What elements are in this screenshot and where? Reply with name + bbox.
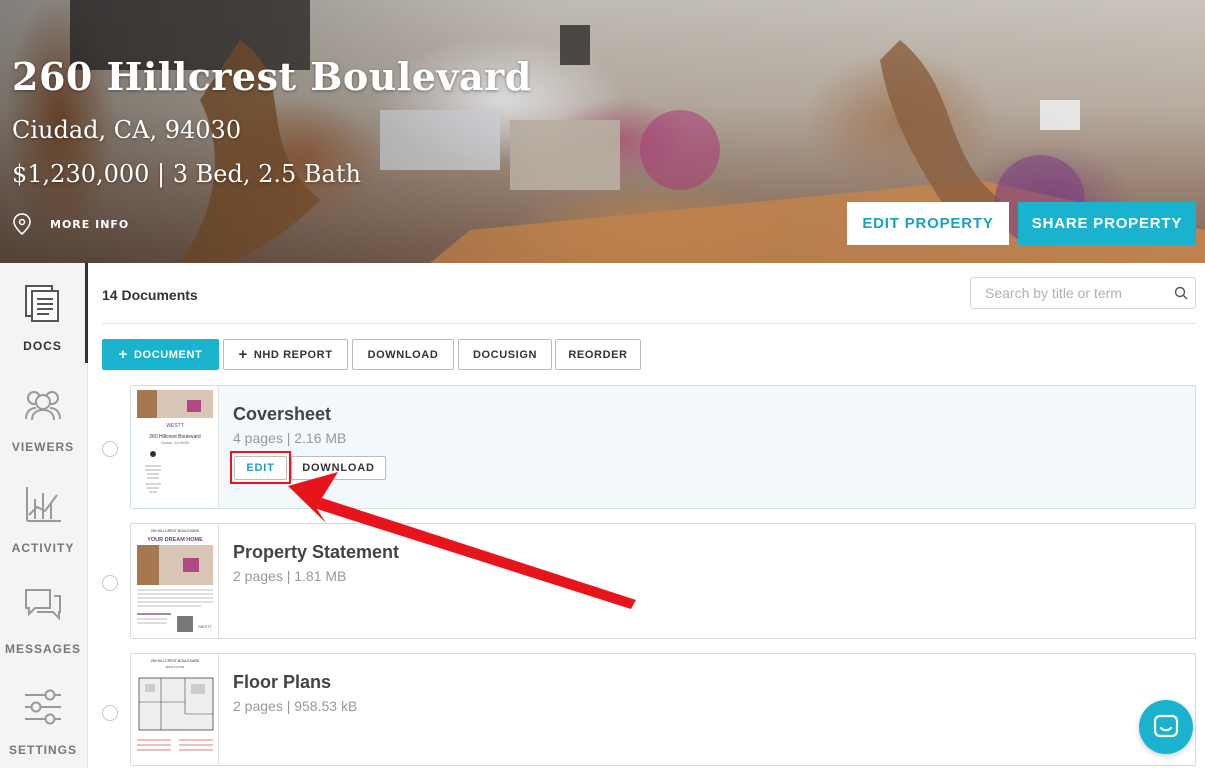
document-title[interactable]: Property Statement (233, 542, 399, 563)
document-row-floor-plans[interactable]: 260 HILLCREST BOULEVARD MAIN FLOOR Floor… (130, 653, 1196, 766)
property-hero: 260 Hillcrest Boulevard Ciudad, CA, 9403… (0, 0, 1205, 263)
sidebar-item-label: VIEWERS (11, 440, 75, 454)
docusign-button[interactable]: DOCUSIGN (458, 339, 552, 370)
download-document-button[interactable]: DOWNLOAD (291, 456, 386, 480)
sidebar-item-docs[interactable]: DOCS (0, 263, 88, 363)
document-select-radio[interactable] (102, 441, 118, 457)
nhd-report-label: NHD REPORT (253, 348, 333, 361)
sidebar-item-messages[interactable]: MESSAGES (0, 566, 86, 666)
document-title[interactable]: Floor Plans (233, 672, 331, 693)
more-info-link[interactable]: MORE INFO (12, 213, 129, 235)
header-divider (102, 323, 1196, 324)
document-thumbnail: 260 HILLCREST BOULEVARD YOUR DREAM HOME … (131, 524, 219, 638)
document-thumbnail: 260 HILLCREST BOULEVARD MAIN FLOOR (131, 654, 219, 765)
thumbnail-brand: WESTT (166, 423, 184, 429)
docs-icon (24, 285, 59, 322)
chat-launcher-button[interactable] (1139, 700, 1193, 754)
sidebar-item-label: DOCS (23, 339, 62, 353)
property-title: 260 Hillcrest Boulevard (12, 54, 532, 99)
thumbnail-brand: WESTT (198, 624, 213, 629)
search-icon[interactable] (1167, 286, 1195, 300)
settings-icon (25, 689, 61, 725)
share-property-button[interactable]: SHARE PROPERTY (1018, 202, 1196, 245)
document-select-radio[interactable] (102, 705, 118, 721)
document-row-coversheet[interactable]: WESTT 260 Hillcrest Boulevard Ciudad, CA… (130, 385, 1196, 509)
sidebar: DOCS VIEWERS ACTIVITY MESSAGES SETTINGS (0, 263, 88, 768)
sidebar-item-activity[interactable]: ACTIVITY (0, 465, 86, 565)
document-count: 14 Documents (102, 287, 198, 303)
add-document-button[interactable]: + DOCUMENT (102, 339, 219, 370)
document-search[interactable] (970, 277, 1196, 309)
add-document-label: DOCUMENT (134, 348, 203, 361)
document-meta: 4 pages | 2.16 MB (233, 430, 347, 446)
document-thumbnail: WESTT 260 Hillcrest Boulevard Ciudad, CA… (131, 386, 219, 508)
thumbnail-title: 260 Hillcrest Boulevard (149, 434, 201, 440)
property-city: Ciudad, CA, 94030 (12, 116, 242, 144)
document-select-radio[interactable] (102, 575, 118, 591)
sidebar-item-settings[interactable]: SETTINGS (0, 667, 86, 767)
plus-icon: + (238, 346, 248, 363)
sidebar-item-viewers[interactable]: VIEWERS (0, 364, 86, 464)
more-info-label: MORE INFO (50, 217, 130, 231)
plus-icon: + (118, 346, 128, 363)
sidebar-item-label: ACTIVITY (11, 541, 75, 555)
thumbnail-subtitle: Ciudad, CA 94030 (161, 441, 189, 445)
thumbnail-subheader: MAIN FLOOR (166, 665, 186, 669)
nhd-report-button[interactable]: + NHD REPORT (223, 339, 348, 370)
document-row-property-statement[interactable]: 260 HILLCREST BOULEVARD YOUR DREAM HOME … (130, 523, 1196, 639)
activity-icon (26, 487, 61, 522)
messages-icon (25, 589, 61, 621)
reorder-button[interactable]: REORDER (555, 339, 641, 370)
thumbnail-header: 260 HILLCREST BOULEVARD (151, 529, 200, 533)
document-meta: 2 pages | 958.53 kB (233, 698, 358, 714)
download-all-button[interactable]: DOWNLOAD (352, 339, 454, 370)
document-meta: 2 pages | 1.81 MB (233, 568, 347, 584)
chat-icon (1153, 714, 1179, 738)
thumbnail-banner: YOUR DREAM HOME (147, 537, 203, 543)
location-pin-icon (13, 213, 31, 235)
search-input[interactable] (985, 279, 1167, 307)
document-title[interactable]: Coversheet (233, 404, 331, 425)
property-price: $1,230,000 | 3 Bed, 2.5 Bath (12, 160, 361, 188)
sidebar-item-label: MESSAGES (4, 642, 81, 656)
sidebar-item-label: SETTINGS (8, 743, 77, 757)
edit-document-button[interactable]: EDIT (234, 456, 287, 480)
thumbnail-header: 260 HILLCREST BOULEVARD (151, 659, 200, 663)
viewers-icon (25, 391, 61, 421)
edit-property-button[interactable]: EDIT PROPERTY (847, 202, 1009, 245)
